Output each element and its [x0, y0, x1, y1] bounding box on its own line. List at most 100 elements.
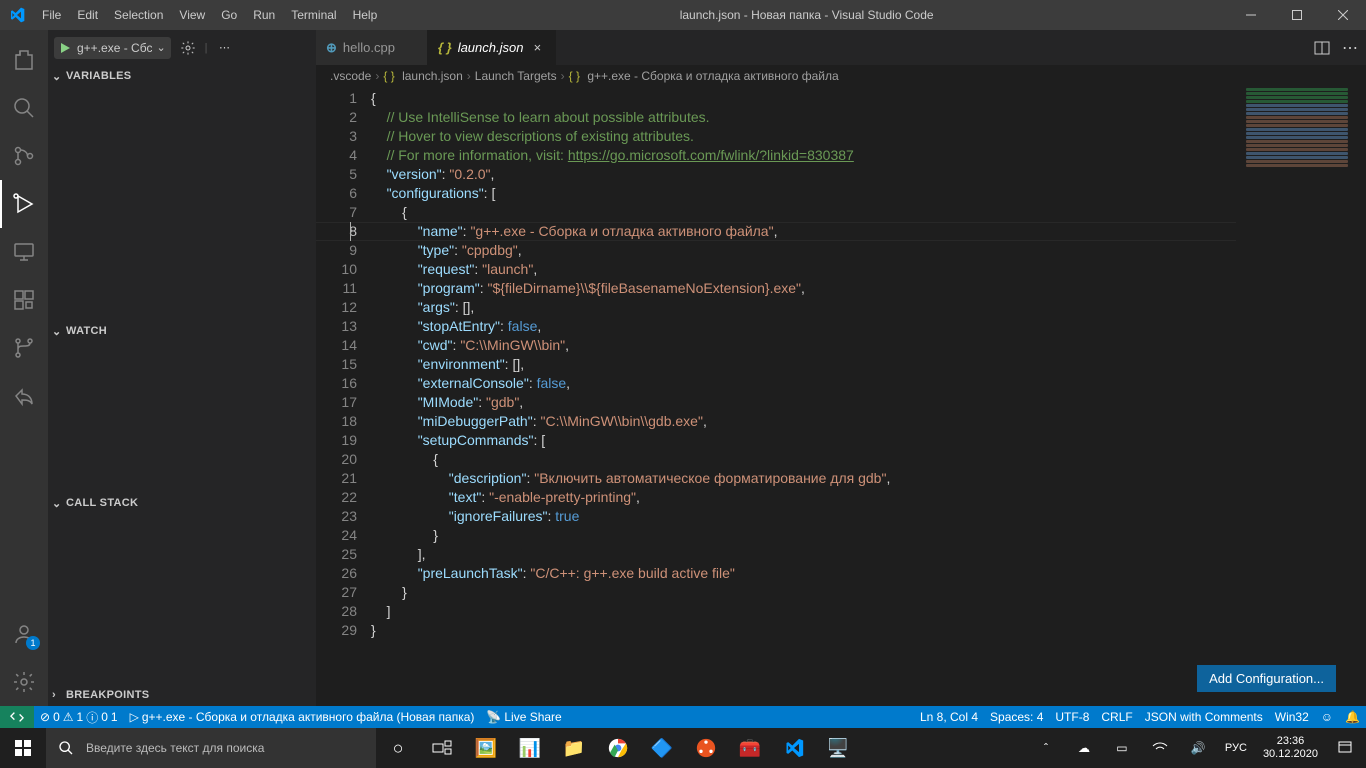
menu-help[interactable]: Help — [345, 0, 386, 30]
search-placeholder: Введите здесь текст для поиска — [86, 741, 264, 755]
code-content[interactable]: { // Use IntelliSense to learn about pos… — [371, 87, 1366, 706]
settings-gear-icon[interactable] — [0, 658, 48, 706]
ubuntu-icon[interactable] — [684, 728, 728, 768]
status-liveshare[interactable]: 📡 Live Share — [480, 710, 567, 724]
status-debug-target[interactable]: ▷ g++.exe - Сборка и отладка активного ф… — [124, 710, 481, 724]
menu-selection[interactable]: Selection — [106, 0, 171, 30]
start-button[interactable] — [0, 728, 46, 768]
tray-volume-icon[interactable]: 🔊 — [1181, 728, 1215, 768]
notifications-icon[interactable] — [1328, 728, 1362, 768]
vscode-logo-icon — [0, 7, 34, 23]
cursor — [350, 222, 351, 241]
app-icon[interactable]: 📊 — [508, 728, 552, 768]
windows-taskbar: Введите здесь текст для поиска ○ 🖼️ 📊 📁 … — [0, 728, 1366, 768]
breadcrumb[interactable]: .vscode› { } launch.json› Launch Targets… — [316, 65, 1366, 87]
vscode-taskbar-icon[interactable] — [772, 728, 816, 768]
tray-clock[interactable]: 23:36 30.12.2020 — [1257, 735, 1324, 761]
window-maximize-button[interactable] — [1274, 0, 1320, 30]
status-encoding[interactable]: UTF-8 — [1049, 710, 1095, 724]
split-editor-icon[interactable] — [1314, 40, 1330, 56]
debug-toolbar: g++.exe - Сбс ⌄ | ⋯ — [48, 30, 316, 65]
app-icon[interactable]: 🖥️ — [816, 728, 860, 768]
tray-wifi-icon[interactable] — [1143, 728, 1177, 768]
minimap[interactable] — [1242, 87, 1352, 167]
taskbar-search[interactable]: Введите здесь текст для поиска — [46, 728, 376, 768]
search-icon — [58, 740, 74, 756]
warning-icon: ⚠ — [63, 710, 74, 724]
editor-area: ⊕ hello.cpp { } launch.json × ⋯ .vscode›… — [316, 30, 1366, 706]
tab-close-icon[interactable]: × — [529, 40, 545, 55]
tray-battery-icon[interactable]: ▭ — [1105, 728, 1139, 768]
status-bell-icon[interactable]: 🔔 — [1339, 710, 1366, 724]
app-icon[interactable]: 🧰 — [728, 728, 772, 768]
tray-language[interactable]: РУС — [1219, 728, 1253, 768]
status-bar: ⊘0 ⚠1 ⓘ0 1 ▷ g++.exe - Сборка и отладка … — [0, 706, 1366, 728]
search-icon[interactable] — [0, 84, 48, 132]
errors-warnings[interactable]: ⊘0 ⚠1 ⓘ0 1 — [34, 709, 124, 726]
menu-edit[interactable]: Edit — [69, 0, 106, 30]
tray-expand-icon[interactable]: ˆ — [1029, 728, 1063, 768]
info-icon: ⓘ — [86, 709, 98, 726]
variables-section-header[interactable]: ⌄VARIABLES — [48, 65, 316, 87]
callstack-section-header[interactable]: ⌄CALL STACK — [48, 492, 316, 514]
live-share-icon[interactable] — [0, 372, 48, 420]
add-configuration-button[interactable]: Add Configuration... — [1197, 665, 1336, 692]
remote-explorer-icon[interactable] — [0, 228, 48, 276]
window-title: launch.json - Новая папка - Visual Studi… — [385, 8, 1228, 22]
tray-cloud-icon[interactable]: ☁ — [1067, 728, 1101, 768]
tab-hello-cpp[interactable]: ⊕ hello.cpp — [316, 30, 428, 65]
menu-view[interactable]: View — [171, 0, 213, 30]
menu-bar: File Edit Selection View Go Run Terminal… — [34, 0, 385, 30]
menu-go[interactable]: Go — [213, 0, 245, 30]
file-explorer-icon[interactable]: 📁 — [552, 728, 596, 768]
tab-label: hello.cpp — [343, 40, 395, 55]
menu-file[interactable]: File — [34, 0, 69, 30]
cortana-icon[interactable]: ○ — [376, 728, 420, 768]
app-icon[interactable]: 🔷 — [640, 728, 684, 768]
status-feedback-icon[interactable]: ☺ — [1315, 710, 1339, 724]
watch-section-header[interactable]: ⌄WATCH — [48, 320, 316, 342]
window-minimize-button[interactable] — [1228, 0, 1274, 30]
chevron-down-icon: ⌄ — [156, 41, 165, 54]
code-editor[interactable]: 1234567891011121314151617181920212223242… — [316, 87, 1366, 706]
task-view-icon[interactable] — [420, 728, 464, 768]
explorer-icon[interactable] — [0, 36, 48, 84]
status-eol[interactable]: CRLF — [1095, 710, 1138, 724]
menu-run[interactable]: Run — [245, 0, 283, 30]
status-position[interactable]: Ln 8, Col 4 — [914, 710, 984, 724]
broadcast-icon: 📡 — [486, 710, 501, 724]
activity-bar: 1 — [0, 30, 48, 706]
system-tray: ˆ ☁ ▭ 🔊 РУС 23:36 30.12.2020 — [1029, 728, 1366, 768]
more-editor-actions-icon[interactable]: ⋯ — [1342, 38, 1358, 58]
debug-config-label: g++.exe - Сбс — [77, 41, 152, 55]
tab-label: launch.json — [458, 40, 524, 55]
app-icon[interactable]: 🖼️ — [464, 728, 508, 768]
window-close-button[interactable] — [1320, 0, 1366, 30]
play-icon — [57, 40, 73, 56]
chrome-icon[interactable] — [596, 728, 640, 768]
source-control-icon[interactable] — [0, 132, 48, 180]
status-language[interactable]: JSON with Comments — [1139, 710, 1269, 724]
accounts-icon[interactable]: 1 — [0, 610, 48, 658]
start-debug-button[interactable]: g++.exe - Сбс ⌄ — [54, 37, 171, 59]
extensions-icon[interactable] — [0, 276, 48, 324]
accounts-badge: 1 — [26, 636, 40, 650]
cpp-file-icon: ⊕ — [326, 40, 337, 56]
json-file-icon: { } — [438, 40, 452, 55]
run-debug-icon[interactable] — [0, 180, 48, 228]
tab-launch-json[interactable]: { } launch.json × — [428, 30, 557, 65]
titlebar: File Edit Selection View Go Run Terminal… — [0, 0, 1366, 30]
tab-bar: ⊕ hello.cpp { } launch.json × ⋯ — [316, 30, 1366, 65]
error-icon: ⊘ — [40, 710, 50, 724]
debug-sidebar: g++.exe - Сбс ⌄ | ⋯ ⌄VARIABLES ⌄WATCH ⌄C… — [48, 30, 316, 706]
status-port[interactable]: Win32 — [1269, 710, 1315, 724]
status-indent[interactable]: Spaces: 4 — [984, 710, 1049, 724]
git-graph-icon[interactable] — [0, 324, 48, 372]
menu-terminal[interactable]: Terminal — [283, 0, 344, 30]
debug-config-gear-icon[interactable] — [177, 40, 199, 56]
more-actions-icon[interactable]: ⋯ — [214, 41, 236, 54]
remote-indicator-icon[interactable] — [0, 706, 34, 728]
line-gutter: 1234567891011121314151617181920212223242… — [316, 87, 371, 706]
breakpoints-section-header[interactable]: ›BREAKPOINTS — [48, 684, 316, 706]
debug-alt-icon: ▷ — [130, 710, 139, 724]
